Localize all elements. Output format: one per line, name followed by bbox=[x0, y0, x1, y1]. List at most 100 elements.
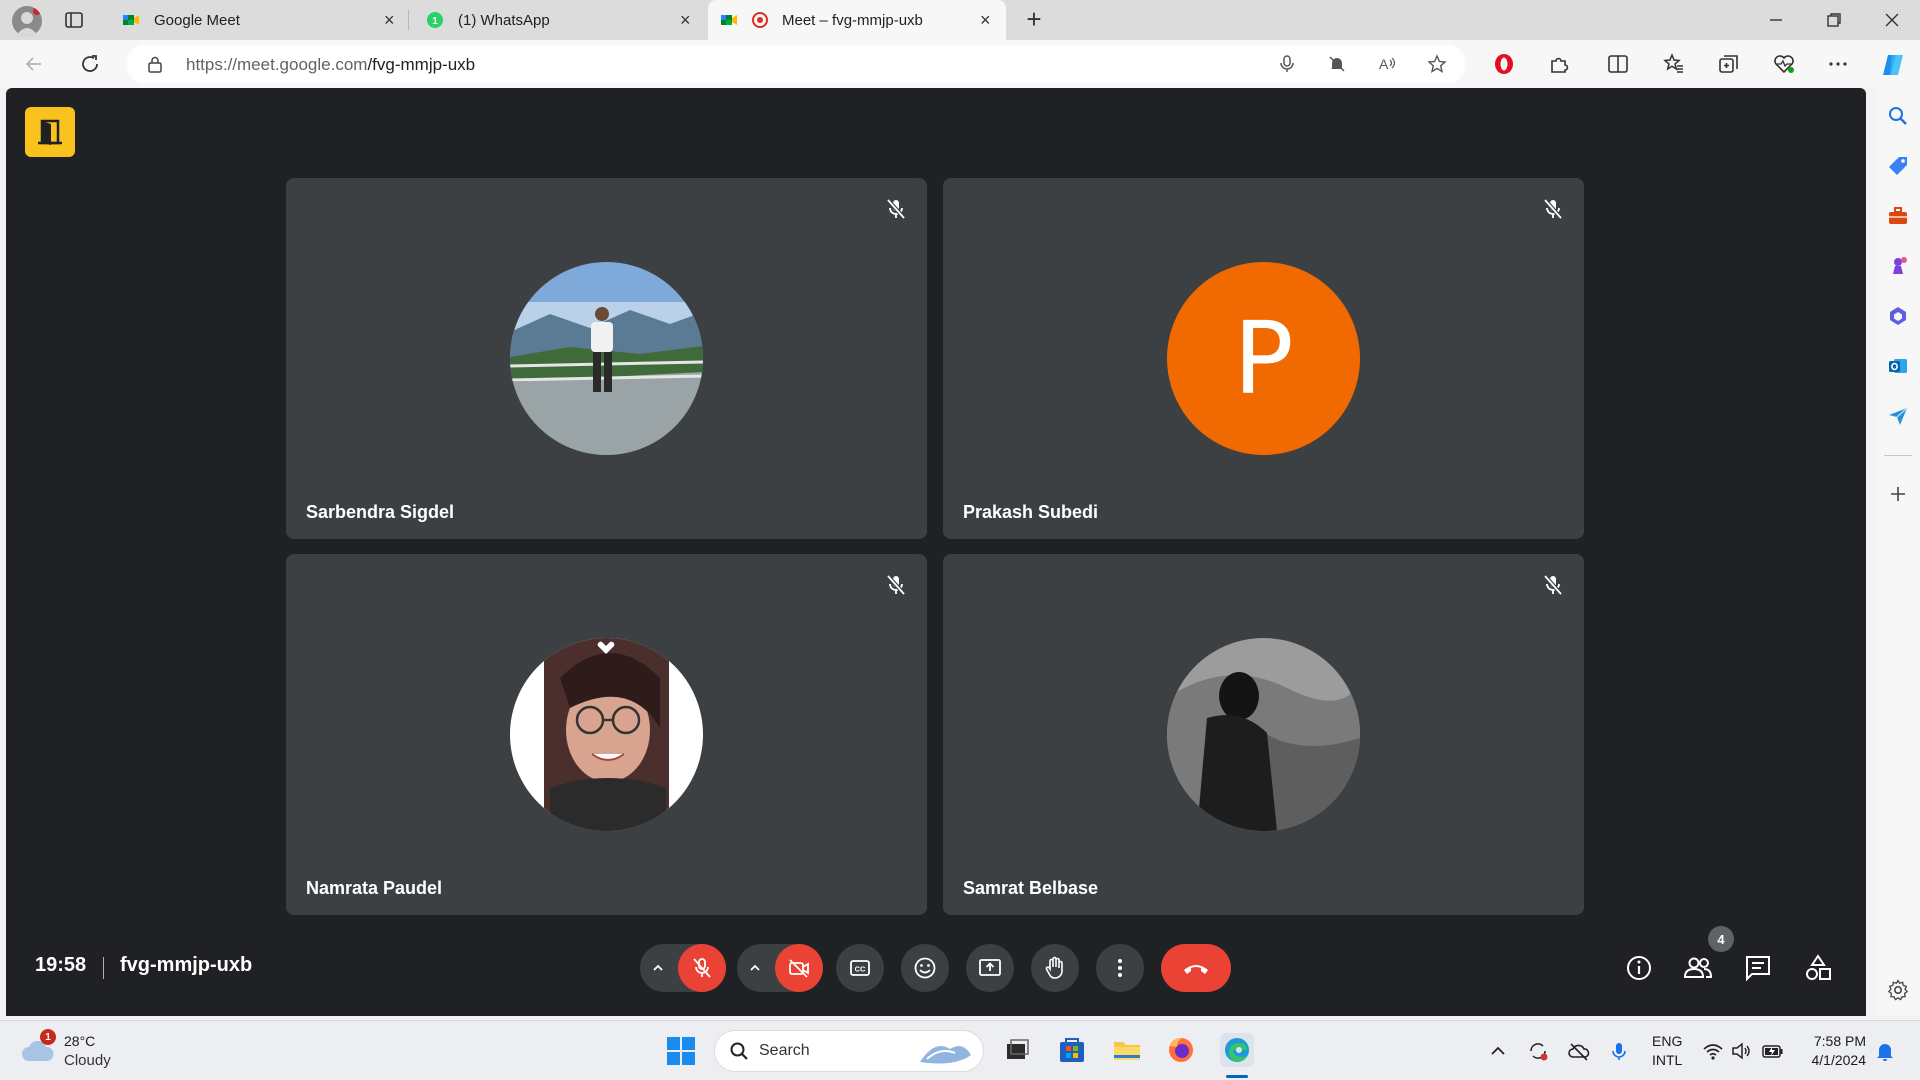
back-arrow-icon[interactable] bbox=[22, 52, 46, 76]
present-screen-button[interactable] bbox=[966, 944, 1014, 992]
favorites-icon[interactable] bbox=[1662, 52, 1686, 76]
wifi-icon[interactable] bbox=[1702, 1040, 1724, 1062]
people-button[interactable] bbox=[1682, 952, 1714, 984]
weather-condition[interactable]: Cloudy bbox=[64, 1052, 111, 1069]
participant-tile[interactable]: Samrat Belbase bbox=[943, 554, 1584, 915]
show-hidden-icons-chevron-up-icon[interactable] bbox=[1487, 1040, 1509, 1062]
camera-toggle-button[interactable] bbox=[775, 944, 823, 992]
sync-icon[interactable] bbox=[1527, 1040, 1549, 1062]
emoji-icon bbox=[914, 957, 936, 979]
drop-send-icon[interactable] bbox=[1886, 404, 1910, 428]
meeting-time: 19:58 bbox=[35, 954, 87, 976]
chat-button[interactable] bbox=[1742, 952, 1774, 984]
new-tab-button[interactable]: + bbox=[1022, 6, 1046, 32]
refresh-icon[interactable] bbox=[78, 52, 102, 76]
url-text: https://meet.google.com/fvg-mmjp-uxb bbox=[186, 55, 475, 75]
add-plus-icon[interactable] bbox=[1886, 482, 1910, 506]
meet-stage: Sarbendra Sigdel P Prakash Subedi Namrat… bbox=[6, 88, 1866, 1016]
profile-avatar[interactable] bbox=[12, 6, 42, 36]
microsoft-edge-icon[interactable] bbox=[1220, 1033, 1254, 1067]
weather-temperature[interactable]: 28°C bbox=[64, 1033, 95, 1049]
audio-options-chevron-up-icon[interactable] bbox=[650, 960, 666, 976]
participant-tile[interactable]: P Prakash Subedi bbox=[943, 178, 1584, 539]
url-path: /fvg-mmjp-uxb bbox=[367, 55, 476, 74]
present-screen-icon bbox=[979, 959, 1001, 976]
games-icon[interactable] bbox=[1886, 254, 1910, 278]
microphone-toggle-button[interactable] bbox=[678, 944, 726, 992]
tab-meet-active[interactable]: Meet – fvg-mmjp-uxb × bbox=[708, 0, 1006, 40]
volume-icon[interactable] bbox=[1730, 1040, 1752, 1062]
sidebar-settings-gear-icon[interactable] bbox=[1886, 978, 1910, 1002]
split-screen-icon[interactable] bbox=[1606, 52, 1630, 76]
camera-off-icon bbox=[789, 959, 809, 978]
restore-icon[interactable] bbox=[1822, 8, 1846, 32]
opera-extension-icon[interactable] bbox=[1492, 52, 1516, 76]
tab-google-meet[interactable]: Google Meet × bbox=[110, 0, 410, 40]
extensions-icon[interactable] bbox=[1547, 52, 1571, 76]
captions-button[interactable]: CC bbox=[836, 944, 884, 992]
microphone-icon[interactable] bbox=[1276, 53, 1298, 75]
tools-briefcase-icon[interactable] bbox=[1886, 204, 1910, 228]
leave-call-button[interactable] bbox=[1161, 944, 1231, 992]
minimize-icon[interactable] bbox=[1764, 8, 1788, 32]
collections-icon[interactable] bbox=[1717, 52, 1741, 76]
favorite-star-icon[interactable] bbox=[1426, 53, 1448, 75]
firefox-icon[interactable] bbox=[1164, 1033, 1198, 1067]
language-code: ENG bbox=[1652, 1033, 1683, 1049]
raise-hand-button[interactable] bbox=[1031, 944, 1079, 992]
lock-icon[interactable] bbox=[146, 55, 164, 73]
activities-button[interactable] bbox=[1802, 952, 1834, 984]
browser-essentials-icon[interactable] bbox=[1772, 52, 1796, 76]
close-tab-icon[interactable]: × bbox=[680, 11, 694, 29]
active-app-indicator bbox=[1226, 1075, 1248, 1078]
address-bar[interactable]: https://meet.google.com/fvg-mmjp-uxb A bbox=[126, 45, 1466, 83]
onedrive-off-icon[interactable] bbox=[1568, 1040, 1590, 1062]
system-clock[interactable]: 7:58 PM 4/1/2024 bbox=[1802, 1032, 1867, 1070]
reactions-button[interactable] bbox=[901, 944, 949, 992]
search-icon bbox=[729, 1041, 749, 1061]
input-language[interactable]: ENG INTL bbox=[1652, 1032, 1682, 1070]
file-explorer-icon[interactable] bbox=[1110, 1033, 1144, 1067]
task-view-icon[interactable] bbox=[1000, 1033, 1034, 1067]
participant-avatar-initial: P bbox=[1167, 262, 1360, 455]
microphone-in-use-icon[interactable] bbox=[1608, 1040, 1630, 1062]
shopping-tag-icon[interactable] bbox=[1886, 154, 1910, 178]
search-icon[interactable] bbox=[1886, 104, 1910, 128]
more-options-button[interactable] bbox=[1096, 944, 1144, 992]
tab-whatsapp[interactable]: 1 (1) WhatsApp × bbox=[414, 0, 706, 40]
copilot-icon[interactable] bbox=[1880, 52, 1904, 76]
recording-icon bbox=[752, 12, 768, 28]
participant-avatar-photo bbox=[1167, 638, 1360, 831]
outlook-icon[interactable] bbox=[1886, 354, 1910, 378]
people-count-badge: 4 bbox=[1708, 926, 1734, 952]
meeting-details-button[interactable] bbox=[1623, 952, 1655, 984]
microsoft-365-icon[interactable] bbox=[1886, 304, 1910, 328]
close-window-icon[interactable] bbox=[1880, 8, 1904, 32]
microphone-off-icon bbox=[693, 958, 711, 978]
close-tab-icon[interactable]: × bbox=[384, 11, 398, 29]
google-meet-icon bbox=[122, 11, 140, 29]
microsoft-store-icon[interactable] bbox=[1055, 1033, 1089, 1067]
tab-divider bbox=[408, 10, 409, 30]
meet-app-logo-icon[interactable] bbox=[25, 107, 75, 157]
microphone-off-icon bbox=[883, 572, 909, 598]
url-host: https://meet.google.com bbox=[186, 55, 368, 74]
notifications-blocked-icon[interactable] bbox=[1326, 53, 1348, 75]
tab-actions-icon[interactable] bbox=[64, 10, 84, 30]
tab-title: (1) WhatsApp bbox=[458, 11, 550, 29]
activities-shapes-icon bbox=[1806, 954, 1831, 980]
video-options-chevron-up-icon[interactable] bbox=[747, 960, 763, 976]
participant-tile[interactable]: Namrata Paudel bbox=[286, 554, 927, 915]
participant-tile[interactable]: Sarbendra Sigdel bbox=[286, 178, 927, 539]
windows-start-icon[interactable] bbox=[666, 1036, 696, 1066]
notification-bell-icon[interactable] bbox=[1874, 1040, 1896, 1062]
battery-charging-icon[interactable] bbox=[1762, 1040, 1784, 1062]
taskbar-search-box[interactable]: Search bbox=[714, 1030, 984, 1072]
participant-name: Prakash Subedi bbox=[963, 502, 1099, 522]
hang-up-phone-icon bbox=[1184, 965, 1208, 974]
close-tab-icon[interactable]: × bbox=[980, 11, 994, 29]
read-aloud-icon[interactable]: A bbox=[1376, 53, 1398, 75]
google-meet-icon bbox=[720, 11, 738, 29]
info-icon bbox=[1627, 956, 1651, 980]
settings-and-more-icon[interactable] bbox=[1826, 52, 1850, 76]
